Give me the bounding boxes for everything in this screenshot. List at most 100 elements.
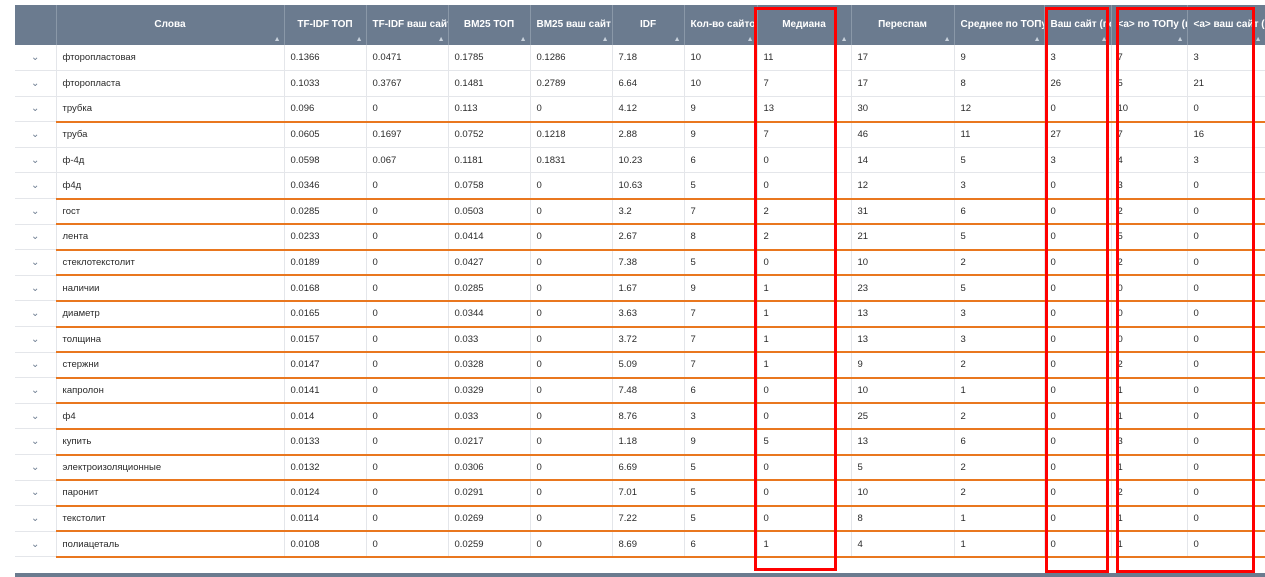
chevron-down-icon[interactable]: ⌄: [15, 300, 57, 328]
chevron-down-icon[interactable]: ⌄: [15, 505, 57, 532]
cell-a-top: 2: [1111, 480, 1188, 507]
chevron-down-icon[interactable]: ⌄: [15, 428, 57, 455]
cell-tfidf-site: 0: [366, 505, 449, 533]
cell-sites: 9: [684, 428, 758, 456]
table-row[interactable]: ⌄ стеклотекстолит 0.0189 0 0.0427 0 7.38 5 0 10 2 0…: [15, 249, 1265, 277]
column-header-tfidf-top[interactable]: TF-IDF ТОП ▲: [284, 5, 367, 45]
cell-a-top: 1: [1111, 531, 1188, 558]
chevron-down-icon[interactable]: ⌄: [15, 352, 57, 379]
column-header-label: Кол-во сайтов: [690, 19, 757, 30]
table-row[interactable]: ⌄ лента 0.0233 0 0.0414 0 2.67 8 2 21 5 0 5 0: [15, 224, 1265, 251]
cell-tfidf-top: 0.0605: [284, 121, 367, 148]
column-header-sites[interactable]: Кол-во сайтов ▲: [684, 5, 758, 45]
cell-sites: 6: [684, 147, 758, 174]
table-row[interactable]: ⌄ электроизоляционные 0.0132 0 0.0306 0 6.69 5 0…: [15, 454, 1265, 482]
table-row[interactable]: ⌄ полиацеталь 0.0108 0 0.0259 0 8.69 6 1 4 1 0 1 0: [15, 531, 1265, 558]
chevron-down-icon[interactable]: ⌄: [15, 454, 57, 481]
sort-indicator-icon[interactable]: ▲: [602, 36, 609, 43]
cell-sites: 9: [684, 121, 758, 148]
cell-idf: 1.18: [612, 428, 685, 456]
sort-indicator-icon[interactable]: ▲: [1101, 36, 1108, 43]
column-header-bm25-site[interactable]: BM25 ваш сайт ▲: [530, 5, 613, 45]
sort-indicator-icon[interactable]: ▲: [438, 36, 445, 43]
column-header-idf[interactable]: IDF ▲: [612, 5, 685, 45]
sort-indicator-icon[interactable]: ▲: [1034, 36, 1041, 43]
column-header-bm25-top[interactable]: BM25 ТОП ▲: [448, 5, 531, 45]
cell-bm25-site: 0: [530, 172, 613, 200]
cell-sites: 6: [684, 531, 758, 558]
table-row[interactable]: ⌄ гост 0.0285 0 0.0503 0 3.2 7 2 31 6 0 2 0: [15, 198, 1265, 226]
column-header-label: Медиана: [782, 19, 826, 30]
table-row[interactable]: ⌄ ф4 0.014 0 0.033 0 8.76 3 0 25 2 0 1 0: [15, 403, 1265, 430]
cell-bm25-top: 0.033: [448, 403, 531, 430]
chevron-down-icon[interactable]: ⌄: [15, 70, 57, 97]
cell-a-site: 3: [1187, 147, 1265, 174]
column-header-label: Слова: [154, 19, 186, 30]
sort-indicator-icon[interactable]: ▲: [674, 36, 681, 43]
table-row[interactable]: ⌄ текстолит 0.0114 0 0.0269 0 7.22 5 0 8 1 0 1 0: [15, 505, 1265, 533]
chevron-down-icon[interactable]: ⌄: [15, 377, 57, 404]
cell-median: 7: [757, 121, 852, 148]
table-row[interactable]: ⌄ капролон 0.0141 0 0.0329 0 7.48 6 0 10 1 0 1 0: [15, 377, 1265, 405]
table-row[interactable]: ⌄ наличии 0.0168 0 0.0285 0 1.67 9 1 23 5 0 0 0: [15, 275, 1265, 302]
sort-indicator-icon[interactable]: ▲: [1177, 36, 1184, 43]
cell-overspam: 4: [851, 531, 955, 558]
chevron-down-icon[interactable]: ⌄: [15, 275, 57, 302]
chevron-down-icon[interactable]: ⌄: [15, 403, 57, 430]
cell-bm25-site: 0: [530, 96, 613, 123]
sort-indicator-icon[interactable]: ▲: [944, 36, 951, 43]
column-header-a-top[interactable]: <a> по ТОПу (повт.) ▲: [1111, 5, 1188, 45]
column-header-median[interactable]: Медиана ▲: [757, 5, 852, 45]
chevron-down-icon[interactable]: ⌄: [15, 147, 57, 174]
cell-avg-top: 2: [954, 403, 1045, 430]
column-header-overspam[interactable]: Переспам ▲: [851, 5, 955, 45]
table-row[interactable]: ⌄ паронит 0.0124 0 0.0291 0 7.01 5 0 10 2 0 2 0: [15, 480, 1265, 507]
table-row[interactable]: ⌄ фторопласта 0.1033 0.3767 0.1481 0.2789 6.64…: [15, 70, 1265, 97]
cell-a-top: 5: [1111, 224, 1188, 251]
column-header-your-site[interactable]: Ваш сайт (повт.) ▲: [1044, 5, 1112, 45]
sort-indicator-icon[interactable]: ▲: [1255, 36, 1262, 43]
table-row[interactable]: ⌄ фторопластовая 0.1366 0.0471 0.1785 0.1286 7…: [15, 45, 1265, 72]
chevron-down-icon[interactable]: ⌄: [15, 198, 57, 225]
sort-indicator-icon[interactable]: ▲: [841, 36, 848, 43]
chevron-down-icon[interactable]: ⌄: [15, 121, 57, 148]
cell-bm25-site: 0: [530, 249, 613, 277]
chevron-down-icon[interactable]: ⌄: [15, 249, 57, 276]
cell-a-top: 3: [1111, 428, 1188, 456]
keyword-table: Слова ▲ TF-IDF ТОП ▲ TF-IDF ваш сайт ▲ BM25 ТО…: [15, 5, 1265, 558]
cell-a-site: 0: [1187, 275, 1265, 302]
chevron-down-icon[interactable]: ⌄: [15, 326, 57, 353]
cell-bm25-site: 0: [530, 352, 613, 379]
table-row[interactable]: ⌄ купить 0.0133 0 0.0217 0 1.18 9 5 13 6 0 3 0: [15, 428, 1265, 456]
chevron-down-icon[interactable]: ⌄: [15, 480, 57, 507]
cell-sites: 9: [684, 96, 758, 123]
chevron-down-icon[interactable]: ⌄: [15, 96, 57, 123]
chevron-down-icon[interactable]: ⌄: [15, 45, 57, 72]
column-header-word[interactable]: Слова ▲: [56, 5, 285, 45]
cell-bm25-site: 0: [530, 224, 613, 251]
column-header-a-site[interactable]: <a> ваш сайт (повт.) ▲: [1187, 5, 1265, 45]
table-row[interactable]: ⌄ труба 0.0605 0.1697 0.0752 0.1218 2.88 9 7 46 11…: [15, 121, 1265, 148]
cell-median: 1: [757, 275, 852, 302]
table-row[interactable]: ⌄ трубка 0.096 0 0.113 0 4.12 9 13 30 12 0 10 0: [15, 96, 1265, 123]
chevron-down-icon[interactable]: ⌄: [15, 224, 57, 251]
table-row[interactable]: ⌄ стержни 0.0147 0 0.0328 0 5.09 7 1 9 2 0 2 0: [15, 352, 1265, 379]
table-row[interactable]: ⌄ диаметр 0.0165 0 0.0344 0 3.63 7 1 13 3 0 0 0: [15, 300, 1265, 328]
table-row[interactable]: ⌄ ф4д 0.0346 0 0.0758 0 10.63 5 0 12 3 0 3 0: [15, 172, 1265, 200]
chevron-down-icon[interactable]: ⌄: [15, 531, 57, 558]
cell-idf: 1.67: [612, 275, 685, 302]
sort-indicator-icon[interactable]: ▲: [520, 36, 527, 43]
cell-bm25-top: 0.0414: [448, 224, 531, 251]
column-header-avg-top[interactable]: Среднее по ТОПу (повт.) ▲: [954, 5, 1045, 45]
cell-median: 0: [757, 249, 852, 277]
sort-indicator-icon[interactable]: ▲: [356, 36, 363, 43]
cell-tfidf-top: 0.1033: [284, 70, 367, 97]
chevron-down-icon[interactable]: ⌄: [15, 172, 57, 200]
sort-indicator-icon[interactable]: ▲: [274, 36, 281, 43]
sort-indicator-icon[interactable]: ▲: [747, 36, 754, 43]
table-row[interactable]: ⌄ толщина 0.0157 0 0.033 0 3.72 7 1 13 3 0 0 0: [15, 326, 1265, 354]
column-header-tfidf-site[interactable]: TF-IDF ваш сайт ▲: [366, 5, 449, 45]
cell-a-site: 0: [1187, 96, 1265, 123]
table-row[interactable]: ⌄ ф-4д 0.0598 0.067 0.1181 0.1831 10.23 6 0 14 5 3 4…: [15, 147, 1265, 174]
cell-tfidf-top: 0.0108: [284, 531, 367, 558]
